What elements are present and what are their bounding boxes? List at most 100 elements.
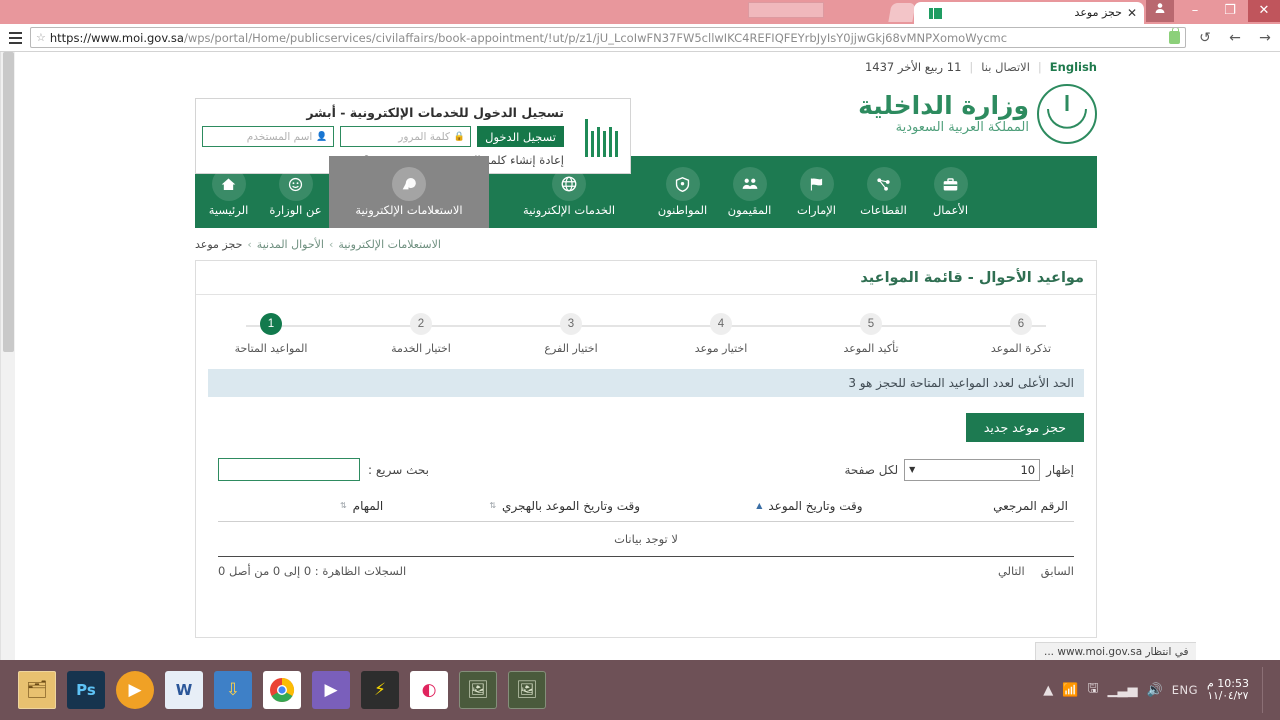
pagination-next[interactable]: التالي <box>998 564 1025 578</box>
page-title: مواعيد الأحوال - قائمة المواعيد <box>860 270 1084 286</box>
table-header-row: الرقم المرجعي وقت وتاريخ الموعد ▲ <box>218 491 1074 522</box>
regions-icon <box>800 167 834 201</box>
empty-message: لا توجد بيانات <box>218 522 1074 557</box>
signal-icon[interactable]: ▁▃▅ <box>1108 683 1138 698</box>
breadcrumb-item-current: حجز موعد <box>195 238 242 251</box>
reload-icon[interactable]: ↺ <box>1190 24 1220 52</box>
column-label: الرقم المرجعي <box>993 499 1068 513</box>
volume-icon[interactable]: 🔊 <box>1147 683 1163 698</box>
browser-tab[interactable]: ✕ حجز موعد <box>914 2 1144 24</box>
back-icon[interactable]: ← <box>1220 24 1250 52</box>
nav-item-about[interactable]: عن الوزارة <box>262 156 329 228</box>
step-1[interactable]: 1 المواعيد المتاحة <box>216 313 326 355</box>
nav-item-inquiries[interactable]: الاستعلامات الإلكترونية <box>329 156 489 228</box>
browser-icon[interactable]: ◐ <box>410 671 448 709</box>
user-small-icon: 👤 <box>316 132 327 142</box>
step-2[interactable]: 2 اختيار الخدمة <box>366 313 476 355</box>
bookmark-star-icon[interactable]: ☆ <box>36 31 46 44</box>
step-caption: اختيار الخدمة <box>391 342 451 355</box>
nav-item-business[interactable]: الأعمال <box>917 156 984 228</box>
nav-item-regions[interactable]: الإمارات <box>783 156 850 228</box>
forward-icon[interactable]: → <box>1250 24 1280 52</box>
internet-download-manager-icon[interactable]: ⇩ <box>214 671 252 709</box>
google-chrome-icon[interactable] <box>263 671 301 709</box>
ministry-logo[interactable]: وزارة الداخلية المملكة العربية السعودية <box>858 78 1097 144</box>
page-length-select[interactable]: ▼ 10 <box>904 459 1040 481</box>
nav-label: الخدمات الإلكترونية <box>523 203 615 217</box>
step-4[interactable]: 4 اختيار موعد <box>666 313 776 355</box>
table-header: الرقم المرجعي وقت وتاريخ الموعد ▲ <box>218 491 1074 522</box>
nav-item-sectors[interactable]: القطاعات <box>850 156 917 228</box>
chevron-down-icon: ▼ <box>909 465 915 474</box>
window-drag-area[interactable] <box>748 2 824 18</box>
file-explorer-icon[interactable]: 🗂 <box>18 671 56 709</box>
scrollbar-thumb[interactable] <box>3 52 14 352</box>
residents-icon <box>733 167 767 201</box>
taskbar-clock[interactable]: 10:53 م ١١/٠٤/٢٧ <box>1207 677 1249 704</box>
breadcrumb: الاستعلامات الإلكترونية › الأحوال المدني… <box>195 228 1097 254</box>
country-name: المملكة العربية السعودية <box>858 121 1029 136</box>
user-profile-icon[interactable] <box>1146 0 1174 22</box>
username-placeholder: اسم المستخدم <box>247 131 313 143</box>
nav-item-eservices[interactable]: الخدمات الإلكترونية <box>489 156 649 228</box>
network-icon[interactable]: 📶 <box>1062 683 1078 698</box>
picture-viewer-icon[interactable]: 🖼 <box>459 671 497 709</box>
step-caption: تذكرة الموعد <box>991 342 1051 355</box>
ministry-name: وزارة الداخلية <box>858 92 1029 121</box>
contact-us-link[interactable]: الاتصال بنا <box>981 60 1030 74</box>
usb-icon[interactable]: 🖫 <box>1087 679 1098 701</box>
table-empty-row: لا توجد بيانات <box>218 522 1074 557</box>
show-desktop-button[interactable] <box>1262 667 1270 713</box>
page-length-value: 10 <box>1020 463 1035 477</box>
new-tab-button[interactable] <box>888 3 915 22</box>
winamp-icon[interactable]: ⚡ <box>361 671 399 709</box>
language-indicator[interactable]: ENG <box>1172 683 1198 697</box>
search-input[interactable] <box>218 458 360 481</box>
password-field[interactable]: 🔒 كلمة المرور <box>340 126 472 147</box>
page-length-suffix: لكل صفحة <box>845 463 899 477</box>
breadcrumb-item-inquiries[interactable]: الاستعلامات الإلكترونية <box>338 238 441 251</box>
absher-mark-icon <box>584 115 618 157</box>
breadcrumb-item-civil-affairs[interactable]: الأحوال المدنية <box>257 238 324 251</box>
window-maximize-button[interactable]: ❐ <box>1215 0 1245 22</box>
nav-label: الأعمال <box>933 203 968 217</box>
taskbar-app-icons: 🗂 Ps ▶ W ⇩ ▶ ⚡ ◐ 🖼 🖼 <box>0 671 546 709</box>
sort-ascending-icon: ▲ <box>756 502 762 510</box>
business-icon <box>934 167 968 201</box>
nav-item-citizens[interactable]: المواطنون <box>649 156 716 228</box>
table-body: لا توجد بيانات <box>218 522 1074 557</box>
page-scrollbar[interactable] <box>0 52 15 660</box>
column-header-actions[interactable]: المهام ⇅ <box>218 491 389 522</box>
clock-time: 10:53 م <box>1207 677 1249 691</box>
address-bar[interactable]: ☆ https://www.moi.gov.sa/wps/portal/Home… <box>30 27 1186 48</box>
login-submit-button[interactable]: تسجيل الدخول <box>477 126 564 147</box>
menu-icon[interactable] <box>0 24 26 52</box>
language-switch-link[interactable]: English <box>1050 60 1097 74</box>
nav-item-home[interactable]: الرئيسية <box>195 156 262 228</box>
window-close-button[interactable]: ✕ <box>1248 0 1280 22</box>
pagination-previous[interactable]: السابق <box>1041 564 1074 578</box>
column-label: وقت وتاريخ الموعد <box>768 499 862 513</box>
kmplayer-icon[interactable]: ▶ <box>312 671 350 709</box>
tray-expand-icon[interactable]: ▲ <box>1043 683 1053 698</box>
column-header-reference[interactable]: الرقم المرجعي <box>869 491 1074 522</box>
step-number: 5 <box>860 313 882 335</box>
picture-editor-icon[interactable]: 🖼 <box>508 671 546 709</box>
window-minimize-button[interactable]: – <box>1180 0 1210 22</box>
column-header-hijri-datetime[interactable]: وقت وتاريخ الموعد بالهجري ⇅ <box>389 491 646 522</box>
utility-bar: English | الاتصال بنا | 11 ربيع الأخر 14… <box>195 52 1097 78</box>
microsoft-word-icon[interactable]: W <box>165 671 203 709</box>
photoshop-icon[interactable]: Ps <box>67 671 105 709</box>
column-header-datetime[interactable]: وقت وتاريخ الموعد ▲ <box>646 491 869 522</box>
step-6[interactable]: 6 تذكرة الموعد <box>966 313 1076 355</box>
browser-toolbar: ☆ https://www.moi.gov.sa/wps/portal/Home… <box>0 24 1280 52</box>
tab-close-icon[interactable]: ✕ <box>1127 2 1137 24</box>
new-appointment-button[interactable]: حجز موعد جديد <box>966 413 1084 442</box>
windows-taskbar: 🗂 Ps ▶ W ⇩ ▶ ⚡ ◐ 🖼 🖼 ▲ 📶 🖫 ▁▃▅ 🔊 ENG 10:… <box>0 660 1280 720</box>
nav-item-residents[interactable]: المقيمون <box>716 156 783 228</box>
utility-divider-2: | <box>969 60 973 74</box>
media-player-icon[interactable]: ▶ <box>116 671 154 709</box>
step-5[interactable]: 5 تأكيد الموعد <box>816 313 926 355</box>
step-3[interactable]: 3 اختيار الفرع <box>516 313 626 355</box>
username-field[interactable]: 👤 اسم المستخدم <box>202 126 334 147</box>
